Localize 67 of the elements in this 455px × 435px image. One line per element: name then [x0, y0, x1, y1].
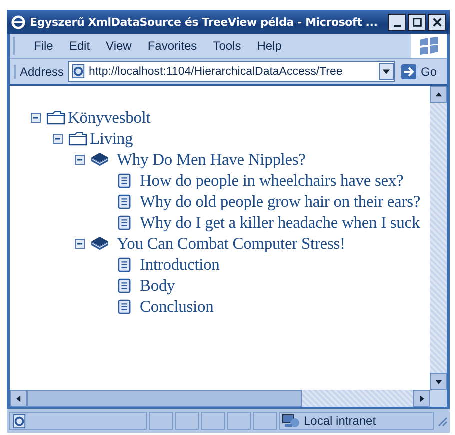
- close-icon: [432, 16, 442, 28]
- go-button[interactable]: Go: [398, 64, 443, 80]
- scroll-right-button[interactable]: [413, 390, 430, 407]
- tree-node[interactable]: Why do I get a killer headache when I suck: [140, 212, 420, 232]
- scrollbar-corner: [430, 390, 447, 407]
- tree-node[interactable]: Body: [140, 276, 176, 296]
- status-pane: [175, 412, 199, 430]
- left-arrow-icon: [14, 394, 22, 402]
- down-arrow-icon: [434, 378, 442, 386]
- vertical-scrollbar[interactable]: [430, 86, 447, 390]
- maximize-button[interactable]: [408, 14, 426, 30]
- window-title: Egyszerű XmlDataSource és TreeView példa - Microsoft ...: [30, 16, 379, 28]
- windows-logo-icon: [411, 34, 447, 58]
- tree-node[interactable]: How do people in wheelchairs have sex?: [140, 170, 404, 190]
- menu-item[interactable]: Tools: [206, 39, 248, 53]
- document-icon: [118, 214, 131, 230]
- scroll-up-button[interactable]: [430, 86, 447, 103]
- document-icon: [118, 256, 131, 272]
- folder-icon: [46, 110, 66, 125]
- status-pane: [201, 412, 225, 430]
- tree-node[interactable]: Why Do Men Have Nipples?: [117, 150, 306, 170]
- maximize-icon: [412, 16, 422, 28]
- status-pane: [227, 412, 251, 430]
- scroll-left-button[interactable]: [10, 390, 27, 407]
- close-button[interactable]: [428, 14, 446, 30]
- menu-item[interactable]: Edit: [62, 39, 98, 53]
- resize-grip-icon: [436, 415, 448, 427]
- network-icon: [282, 413, 300, 429]
- tree-node[interactable]: Introduction: [140, 254, 220, 274]
- folder-icon: [68, 131, 88, 146]
- scroll-thumb[interactable]: [27, 390, 302, 407]
- status-pane: [149, 412, 173, 430]
- browser-icon: [11, 14, 26, 30]
- menu-item[interactable]: Favorites: [140, 39, 204, 53]
- tree-node[interactable]: Why do old people grow hair on their ears?: [140, 192, 421, 212]
- scroll-down-button[interactable]: [430, 373, 447, 390]
- collapse-icon[interactable]: [75, 154, 85, 164]
- collapse-icon[interactable]: [53, 134, 63, 144]
- document-icon: [118, 172, 131, 188]
- up-arrow-icon: [434, 90, 442, 98]
- book-icon: [90, 152, 110, 167]
- collapse-icon[interactable]: [31, 112, 41, 122]
- book-icon: [90, 236, 110, 251]
- tree-node[interactable]: Könyvesbolt: [68, 108, 151, 128]
- page-icon: [12, 414, 27, 428]
- dropdown-button[interactable]: [378, 63, 394, 80]
- address-field[interactable]: http://localhost:1104/HierarchicalDataAccess/Tree: [68, 61, 395, 82]
- status-pane: [253, 412, 277, 430]
- collapse-icon[interactable]: [75, 238, 85, 248]
- page-icon: [71, 64, 86, 79]
- go-arrow-icon: [400, 64, 417, 80]
- document-icon: [118, 194, 131, 210]
- minimize-button[interactable]: [388, 14, 406, 30]
- horizontal-scrollbar[interactable]: [10, 390, 430, 407]
- menu-item[interactable]: View: [99, 39, 139, 53]
- caret-icon: [382, 67, 391, 76]
- address-label: Address: [14, 64, 64, 78]
- tree-node[interactable]: Living: [90, 128, 134, 148]
- tree-node[interactable]: Conclusion: [140, 296, 214, 316]
- menu-item[interactable]: Help: [250, 39, 289, 53]
- zone-label: Local intranet: [304, 414, 376, 428]
- document-icon: [118, 278, 131, 294]
- right-arrow-icon: [418, 394, 426, 402]
- tree-node[interactable]: You Can Combat Computer Stress!: [117, 234, 346, 254]
- document-icon: [118, 298, 131, 314]
- menu-item[interactable]: File: [27, 39, 60, 53]
- minimize-icon: [394, 24, 400, 26]
